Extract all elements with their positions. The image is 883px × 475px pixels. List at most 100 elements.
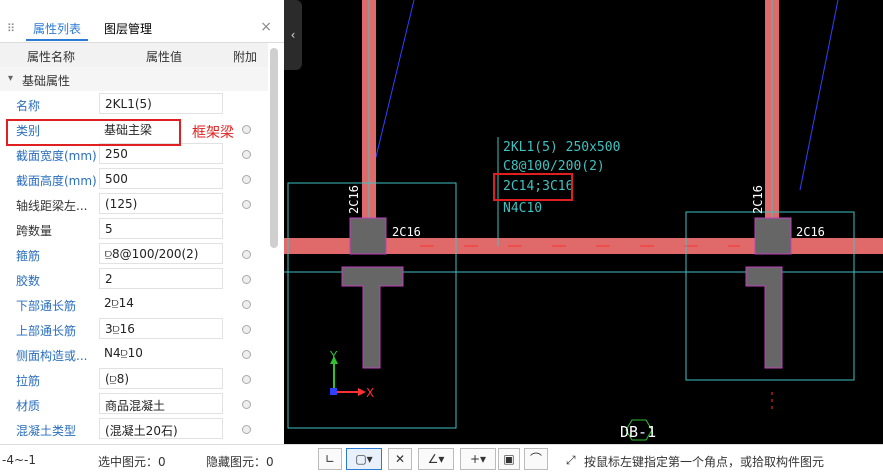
extra-toggle[interactable] <box>242 375 251 384</box>
property-row[interactable]: 截面高度(mm) 500 <box>0 167 268 192</box>
property-value[interactable]: 商品混凝土 <box>99 393 223 414</box>
rect-select-icon[interactable]: ▢▾ <box>346 448 382 470</box>
property-name: 下部通长筋 <box>16 299 77 313</box>
property-row[interactable]: 下部通长筋 2⫒14 <box>0 292 268 317</box>
property-name: 上部通长筋 <box>16 324 77 338</box>
ortho-toggle-icon[interactable]: ∟ <box>318 448 342 470</box>
rebar-label-right-vertical: 2C16 <box>751 185 765 214</box>
column-section-right[interactable] <box>754 217 792 255</box>
group-basic-properties[interactable]: ▾ 基础属性 <box>0 67 268 91</box>
property-value[interactable]: 250 <box>99 143 223 164</box>
extra-toggle[interactable] <box>242 250 251 259</box>
sheet-label: DB-1 <box>620 423 656 441</box>
close-icon[interactable]: × <box>260 19 272 35</box>
status-bar: -4~-1 选中图元：0 隐藏图元：0 ∟ ▢▾ ✕ ∠▾ +▾ ▣ ⌒ ⤢ 按… <box>0 444 883 475</box>
active-tab-indicator <box>26 39 88 41</box>
property-name: 箍筋 <box>16 249 41 263</box>
column-section-left[interactable] <box>349 217 387 255</box>
property-row[interactable]: 材质 商品混凝土 <box>0 392 268 417</box>
property-row[interactable]: 箍筋 ⫒8@100/200(2) <box>0 242 268 267</box>
properties-panel: ⠿ 属性列表 图层管理 × 属性名称 属性值 附加 ▾ 基础属性 名称 2KL1… <box>0 0 284 444</box>
property-name: 胶数 <box>16 274 41 288</box>
extra-toggle[interactable] <box>242 150 251 159</box>
axis-x-label: X <box>366 386 374 400</box>
axis-x-head <box>358 388 366 396</box>
property-row[interactable]: 混凝土类型 (混凝土20石) <box>0 417 268 442</box>
arc-icon[interactable]: ⌒ <box>524 448 548 470</box>
beam-label-line-1: 2KL1(5) 250x500 <box>503 140 620 155</box>
property-value[interactable]: 2 <box>99 268 223 289</box>
property-name: 截面高度(mm) <box>16 174 97 188</box>
highlight-box-cad <box>493 173 573 201</box>
annotation-frame-beam: 框架梁 <box>192 125 234 141</box>
angle-icon[interactable]: ∠▾ <box>418 448 454 470</box>
property-row[interactable]: 跨数量 5 <box>0 217 268 242</box>
extra-toggle[interactable] <box>242 325 251 334</box>
axis-y-label: Y <box>329 349 338 363</box>
extra-toggle[interactable] <box>242 125 251 134</box>
extra-toggle[interactable] <box>242 350 251 359</box>
property-value[interactable]: (⫒8) <box>99 368 223 389</box>
beam-section-left[interactable] <box>341 266 404 369</box>
property-value[interactable]: ⫒8@100/200(2) <box>99 243 223 264</box>
property-row[interactable]: 侧面构造或... N4⫒10 <box>0 342 268 367</box>
drag-grip-icon[interactable]: ⠿ <box>7 22 15 35</box>
property-row[interactable]: 胶数 2 <box>0 267 268 292</box>
tab-layers[interactable]: 图层管理 <box>104 20 152 37</box>
rebar-label-left-horizontal: 2C16 <box>392 225 421 239</box>
group-label: 基础属性 <box>22 74 71 88</box>
property-row[interactable]: 上部通长筋 3⫒16 <box>0 317 268 342</box>
property-name: 混凝土类型 <box>16 424 77 438</box>
grid-header: 属性名称 属性值 附加 <box>0 43 268 68</box>
beam-label-line-4: N4C10 <box>503 201 542 216</box>
extra-toggle[interactable] <box>242 275 251 284</box>
property-row[interactable]: 拉筋 (⫒8) <box>0 367 268 392</box>
property-name: 轴线距梁左... <box>16 199 88 213</box>
collapse-icon[interactable]: ▾ <box>8 73 13 84</box>
panel-scrollbar[interactable] <box>270 48 278 248</box>
extra-toggle[interactable] <box>242 400 251 409</box>
chevron-left-icon: ‹ <box>290 28 296 42</box>
property-name: 侧面构造或... <box>16 349 88 363</box>
property-name: 跨数量 <box>16 224 53 238</box>
property-name: 拉筋 <box>16 374 41 388</box>
property-value[interactable]: (125) <box>99 193 223 214</box>
column-header-extra: 附加 <box>233 50 258 64</box>
extra-toggle[interactable] <box>242 300 251 309</box>
display-icon[interactable]: ▣ <box>498 448 520 470</box>
property-value[interactable]: 3⫒16 <box>99 318 223 339</box>
property-value[interactable]: (混凝土20石) <box>99 418 223 439</box>
status-hidden-count: 隐藏图元：0 <box>206 455 274 469</box>
rebar-label-left-vertical: 2C16 <box>347 185 361 214</box>
property-value[interactable]: 500 <box>99 168 223 189</box>
tab-properties[interactable]: 属性列表 <box>33 20 81 37</box>
column-header-value: 属性值 <box>146 50 183 64</box>
property-name: 名称 <box>16 99 41 113</box>
property-name: 材质 <box>16 399 41 413</box>
resize-arrow-icon: ⤢ <box>566 453 576 467</box>
extra-toggle[interactable] <box>242 175 251 184</box>
property-value[interactable]: 5 <box>99 218 223 239</box>
panel-tabs: ⠿ 属性列表 图层管理 × <box>0 14 284 43</box>
property-value[interactable]: 2⫒14 <box>99 293 223 314</box>
extra-toggle[interactable] <box>242 425 251 434</box>
property-value[interactable]: 2KL1(5) <box>99 93 223 114</box>
status-hint: 按鼠标左键指定第一个角点，或拾取构件图元 <box>584 455 825 469</box>
property-row[interactable]: 名称 2KL1(5) <box>0 92 268 117</box>
offset-icon[interactable]: +▾ <box>460 448 496 470</box>
axis-origin <box>330 388 337 395</box>
property-name: 截面宽度(mm) <box>16 149 97 163</box>
status-selected-count: 选中图元：0 <box>98 455 166 469</box>
extra-toggle[interactable] <box>242 200 251 209</box>
beam-label-line-2: C8@100/200(2) <box>503 159 605 174</box>
property-row[interactable]: 轴线距梁左... (125) <box>0 192 268 217</box>
status-floor-range: -4~-1 <box>2 453 36 467</box>
cross-select-icon[interactable]: ✕ <box>388 448 412 470</box>
property-value[interactable]: N4⫒10 <box>99 343 223 364</box>
column-header-name: 属性名称 <box>27 50 76 64</box>
panel-collapse-handle[interactable]: ‹ <box>284 0 302 70</box>
construction-line <box>799 0 839 191</box>
highlight-box-category <box>6 119 181 146</box>
rebar-label-right-horizontal: 2C16 <box>796 225 825 239</box>
beam-section-right[interactable] <box>745 266 783 369</box>
